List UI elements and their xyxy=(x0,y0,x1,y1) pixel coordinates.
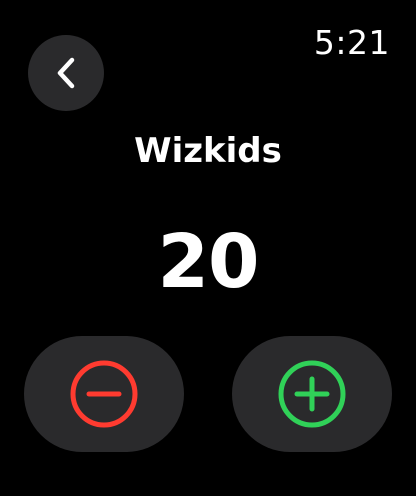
decrement-button[interactable] xyxy=(24,336,184,452)
chevron-left-icon xyxy=(54,56,78,90)
minus-circle-icon xyxy=(68,358,140,430)
back-button[interactable] xyxy=(28,35,104,111)
status-time: 5:21 xyxy=(313,23,390,62)
counter-value: 20 xyxy=(157,219,260,305)
counter-title: Wizkids xyxy=(134,131,282,171)
plus-circle-icon xyxy=(276,358,348,430)
increment-button[interactable] xyxy=(232,336,392,452)
